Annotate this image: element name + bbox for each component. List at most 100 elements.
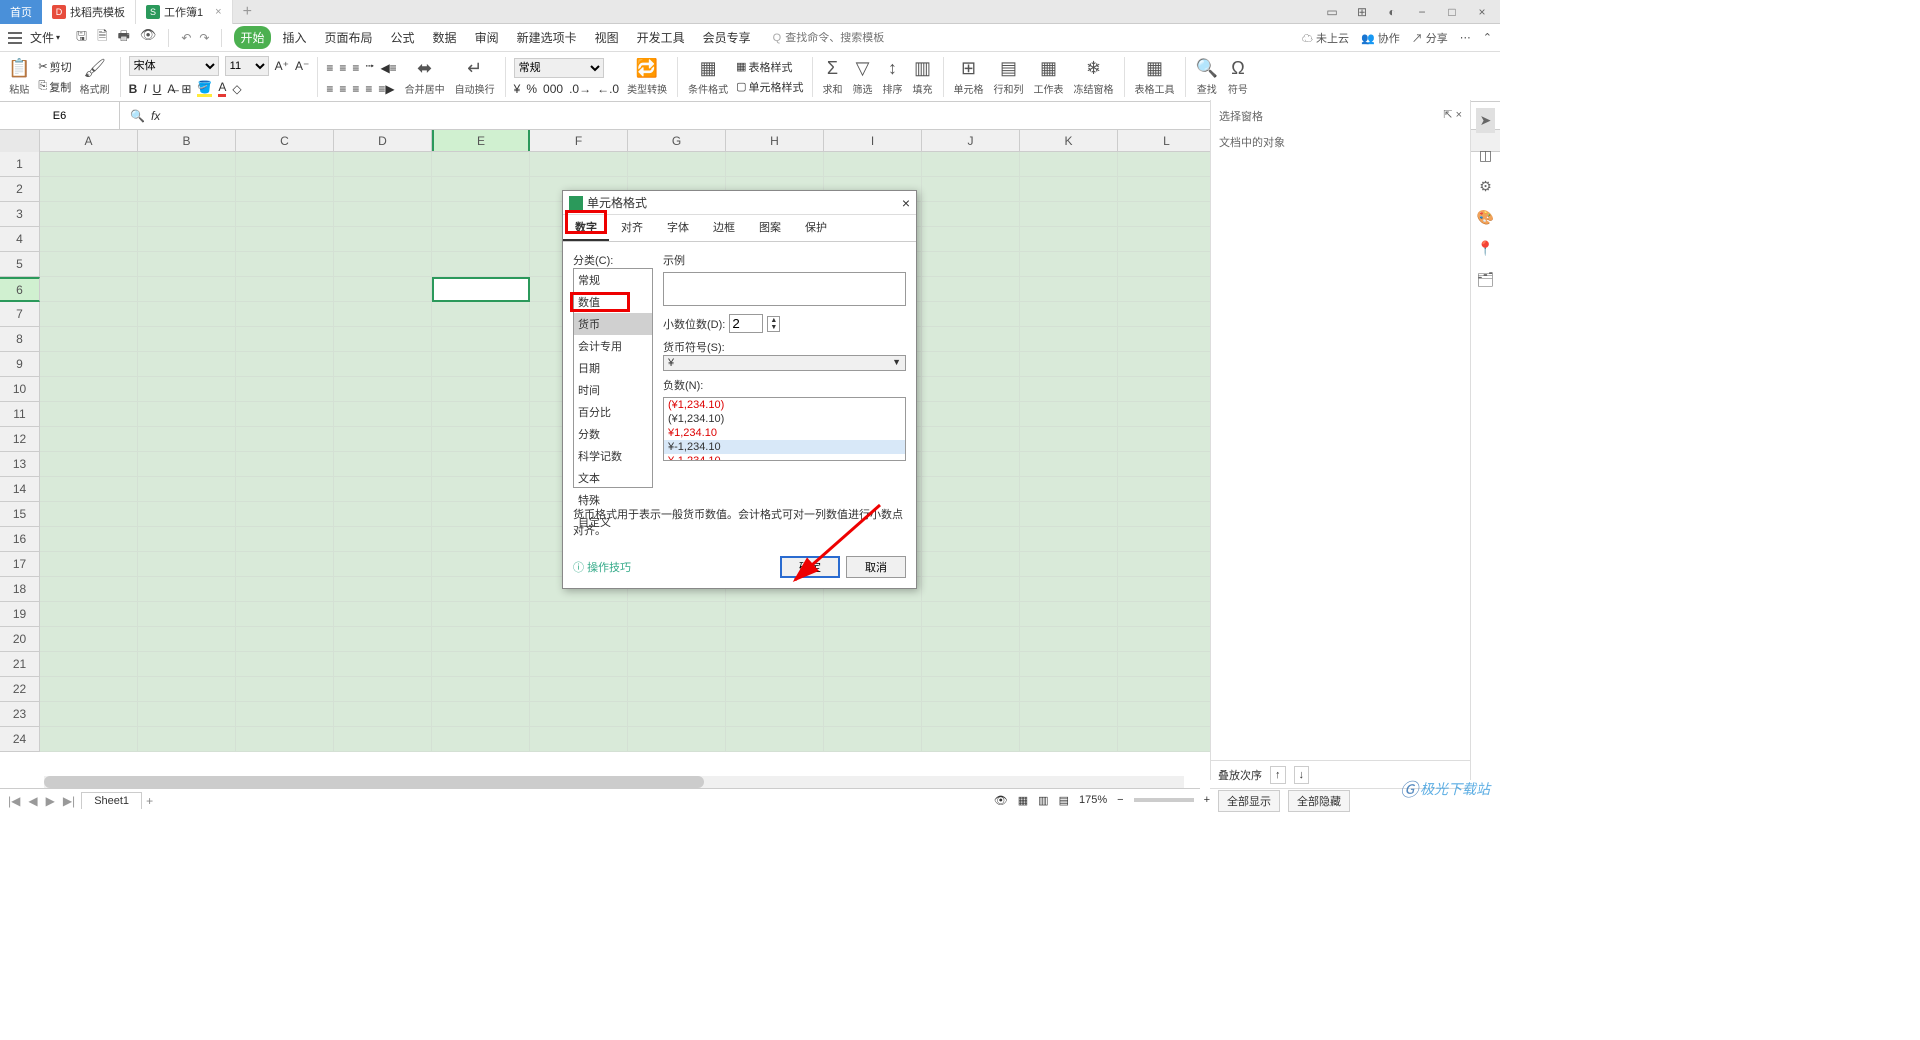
row-header-3[interactable]: 3 [0,202,40,227]
cell-L15[interactable] [1118,502,1216,527]
cell-H21[interactable] [726,652,824,677]
orient-icon[interactable]: ⭬ [365,57,374,78]
fx-label[interactable]: fx [151,109,160,123]
cell-B17[interactable] [138,552,236,577]
cell-B4[interactable] [138,227,236,252]
cell-L22[interactable] [1118,677,1216,702]
neg-opt-4[interactable]: ¥-1,234.10 [664,454,905,461]
cell-L1[interactable] [1118,152,1216,177]
cell-J13[interactable] [922,452,1020,477]
cell-J3[interactable] [922,202,1020,227]
location-icon[interactable]: 📍 [1477,240,1494,257]
cell-B2[interactable] [138,177,236,202]
cell-D5[interactable] [334,252,432,277]
cell-C11[interactable] [236,402,334,427]
cell-D9[interactable] [334,352,432,377]
cell-K11[interactable] [1020,402,1118,427]
underline-icon[interactable]: U [153,82,162,96]
cell-E11[interactable] [432,402,530,427]
align-mid-icon[interactable]: ≡ [339,61,346,75]
cell-A16[interactable] [40,527,138,552]
cat-number[interactable]: 数值 [574,291,652,313]
fill-button[interactable]: ▥填充 [911,58,935,96]
inc-font-icon[interactable]: A⁺ [275,59,289,73]
sort-button[interactable]: ↕排序 [881,58,905,96]
cell-A2[interactable] [40,177,138,202]
name-box[interactable] [0,102,120,129]
sheet-next-icon[interactable]: ▶ [44,794,57,808]
cell-J12[interactable] [922,427,1020,452]
cell-D14[interactable] [334,477,432,502]
tablestyle-button[interactable]: ▦表格样式 [736,59,803,75]
cell-K7[interactable] [1020,302,1118,327]
cell-D17[interactable] [334,552,432,577]
row-header-6[interactable]: 6 [0,277,40,302]
indent-dec-icon[interactable]: ◀≡ [380,61,396,75]
cell-F24[interactable] [530,727,628,752]
zoom-value[interactable]: 175% [1079,794,1107,806]
cell-K12[interactable] [1020,427,1118,452]
cell-A7[interactable] [40,302,138,327]
cell-I19[interactable] [824,602,922,627]
cell-J9[interactable] [922,352,1020,377]
cell-C17[interactable] [236,552,334,577]
menu-review[interactable]: 审阅 [469,26,505,49]
wrap-button[interactable]: ↵自动换行 [453,58,497,96]
cell-E16[interactable] [432,527,530,552]
cell-A10[interactable] [40,377,138,402]
cell-B7[interactable] [138,302,236,327]
cell-L8[interactable] [1118,327,1216,352]
numfmt-select[interactable]: 常规 [514,58,604,78]
cell-L24[interactable] [1118,727,1216,752]
align-bot-icon[interactable]: ≡ [352,61,359,75]
props-icon[interactable]: ⚙ [1479,178,1492,195]
cell-D3[interactable] [334,202,432,227]
cell-D21[interactable] [334,652,432,677]
command-search[interactable]: Q [773,32,906,44]
cancel-button[interactable]: 取消 [846,556,906,578]
cell-J17[interactable] [922,552,1020,577]
dlg-tab-protect[interactable]: 保护 [793,215,839,241]
dlg-tab-align[interactable]: 对齐 [609,215,655,241]
cell-I21[interactable] [824,652,922,677]
cell-E5[interactable] [432,252,530,277]
cell-A5[interactable] [40,252,138,277]
cell-A9[interactable] [40,352,138,377]
menu-data[interactable]: 数据 [427,26,463,49]
row-header-13[interactable]: 13 [0,452,40,477]
cell-A23[interactable] [40,702,138,727]
cell-F20[interactable] [530,627,628,652]
cell-L13[interactable] [1118,452,1216,477]
cell-E4[interactable] [432,227,530,252]
cell-B23[interactable] [138,702,236,727]
menu-dev[interactable]: 开发工具 [631,26,691,49]
cat-fraction[interactable]: 分数 [574,423,652,445]
row-header-17[interactable]: 17 [0,552,40,577]
ok-button[interactable]: 确定 [780,556,840,578]
cell-F21[interactable] [530,652,628,677]
cell-L19[interactable] [1118,602,1216,627]
cell-F1[interactable] [530,152,628,177]
cat-currency[interactable]: 货币 [574,313,652,335]
cell-G23[interactable] [628,702,726,727]
cell-L16[interactable] [1118,527,1216,552]
italic-icon[interactable]: I [143,82,146,96]
cell-F19[interactable] [530,602,628,627]
cell-H23[interactable] [726,702,824,727]
cell-A3[interactable] [40,202,138,227]
cell-D2[interactable] [334,177,432,202]
cell-J8[interactable] [922,327,1020,352]
redo-icon[interactable]: ↷ [199,31,209,45]
share-button[interactable]: ↗ 分享 [1412,30,1448,46]
cell-K4[interactable] [1020,227,1118,252]
cell-L18[interactable] [1118,577,1216,602]
cell-J15[interactable] [922,502,1020,527]
cell-L6[interactable] [1118,277,1216,302]
cell-D15[interactable] [334,502,432,527]
menu-newtab[interactable]: 新建选项卡 [511,26,583,49]
cell-K17[interactable] [1020,552,1118,577]
cell-J20[interactable] [922,627,1020,652]
view-page-icon[interactable]: ▥ [1038,794,1048,807]
cell-E10[interactable] [432,377,530,402]
cell-C13[interactable] [236,452,334,477]
